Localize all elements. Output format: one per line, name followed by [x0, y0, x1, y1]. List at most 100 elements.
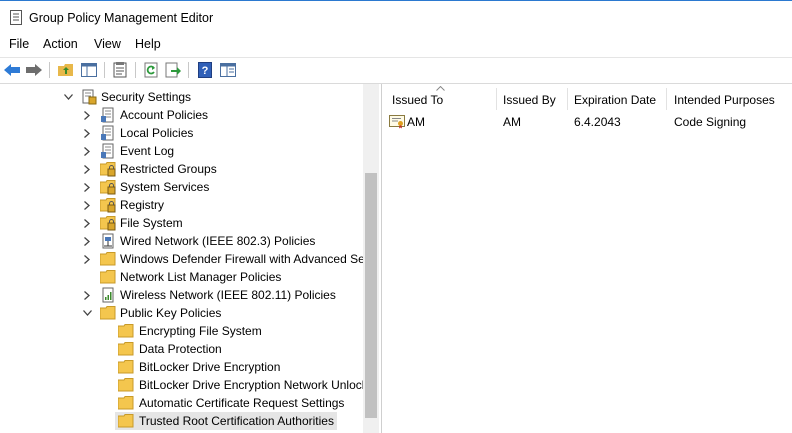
- chevron-right-icon[interactable]: [81, 286, 93, 304]
- folder-icon: [118, 342, 134, 356]
- properties-icon: [113, 62, 127, 78]
- console-tree: Security Settings Account Policies Local…: [0, 84, 363, 433]
- scrollbar-thumb[interactable]: [365, 173, 377, 418]
- refresh-button[interactable]: [141, 60, 161, 80]
- chevron-right-icon[interactable]: [81, 124, 93, 142]
- window-title: Group Policy Management Editor: [29, 11, 214, 25]
- pane-splitter[interactable]: [381, 84, 382, 433]
- back-button[interactable]: [2, 60, 22, 80]
- chevron-right-icon[interactable]: [81, 214, 93, 232]
- column-label: Issued By: [503, 93, 556, 107]
- tree-item-file-system[interactable]: File System: [0, 214, 363, 232]
- column-header-intended-purposes[interactable]: Intended Purposes: [667, 84, 792, 112]
- tree-item-data-protection[interactable]: Data Protection: [0, 340, 363, 358]
- tree-item-security-settings[interactable]: Security Settings: [0, 88, 363, 106]
- column-header-expiration-date[interactable]: Expiration Date: [568, 84, 668, 112]
- tree-item-bitlocker-network-unlock[interactable]: BitLocker Drive Encryption Network Unloc…: [0, 376, 363, 394]
- back-arrow-icon: [4, 64, 20, 76]
- folder-icon: [118, 324, 134, 338]
- properties-button[interactable]: [110, 60, 130, 80]
- tree-item-automatic-cert-request[interactable]: Automatic Certificate Request Settings: [0, 394, 363, 412]
- tree-item-encrypting-file-system[interactable]: Encrypting File System: [0, 322, 363, 340]
- tree-label: Wireless Network (IEEE 802.11) Policies: [120, 288, 336, 302]
- chevron-down-icon[interactable]: [81, 304, 93, 322]
- column-header-issued-to[interactable]: Issued To: [383, 84, 496, 112]
- chevron-right-icon[interactable]: [81, 142, 93, 160]
- policy-editor-app-icon: [10, 10, 22, 25]
- menu-help[interactable]: Help: [135, 37, 161, 51]
- menu-action[interactable]: Action: [43, 37, 78, 51]
- tree-label: BitLocker Drive Encryption: [139, 360, 281, 374]
- tree-label: Local Policies: [120, 126, 194, 140]
- certificate-list: Issued To Issued By Expiration Date Inte…: [383, 84, 792, 433]
- locked-folder-icon: [100, 180, 116, 195]
- menu-bar: File Action View Help: [0, 33, 792, 56]
- console-tree-view-button[interactable]: [218, 60, 238, 80]
- chevron-right-icon[interactable]: [81, 106, 93, 124]
- folder-icon: [100, 270, 116, 284]
- up-one-level-button[interactable]: [56, 60, 76, 80]
- tree-label: BitLocker Drive Encryption Network Unloc…: [139, 378, 363, 392]
- tree-label: Windows Defender Firewall with Advanced …: [120, 252, 363, 266]
- chevron-right-icon[interactable]: [81, 160, 93, 178]
- cell-expiration-date: 6.4.2043: [574, 115, 621, 129]
- tree-label: Wired Network (IEEE 802.3) Policies: [120, 234, 316, 248]
- wired-network-icon: [102, 233, 114, 249]
- export-list-icon: [165, 62, 181, 78]
- chevron-right-icon[interactable]: [81, 232, 93, 250]
- column-header-issued-by[interactable]: Issued By: [497, 84, 568, 112]
- chevron-right-icon[interactable]: [81, 250, 93, 268]
- certificate-icon: [389, 115, 405, 129]
- menu-view[interactable]: View: [94, 37, 121, 51]
- tree-item-network-list-manager[interactable]: Network List Manager Policies: [0, 268, 363, 286]
- toolbar: ?: [0, 57, 792, 84]
- tree-label: Public Key Policies: [120, 306, 222, 320]
- folder-icon: [100, 306, 116, 320]
- tree-item-restricted-groups[interactable]: Restricted Groups: [0, 160, 363, 178]
- tree-item-bitlocker-drive-encryption[interactable]: BitLocker Drive Encryption: [0, 358, 363, 376]
- tree-item-wired-network[interactable]: Wired Network (IEEE 802.3) Policies: [0, 232, 363, 250]
- tree-label: Automatic Certificate Request Settings: [139, 396, 345, 410]
- help-icon: ?: [198, 62, 212, 78]
- tree-item-event-log[interactable]: Event Log: [0, 142, 363, 160]
- folder-icon: [118, 360, 134, 374]
- export-list-button[interactable]: [163, 60, 183, 80]
- forward-arrow-icon: [26, 64, 42, 76]
- tree-label: Security Settings: [101, 90, 192, 104]
- tree-item-trusted-root-ca[interactable]: Trusted Root Certification Authorities: [115, 412, 337, 430]
- tree-item-system-services[interactable]: System Services: [0, 178, 363, 196]
- show-hide-tree-icon: [81, 63, 97, 77]
- folder-icon: [100, 252, 116, 266]
- up-folder-icon: [58, 64, 73, 76]
- tree-item-registry[interactable]: Registry: [0, 196, 363, 214]
- chevron-right-icon[interactable]: [81, 178, 93, 196]
- tree-label: Trusted Root Certification Authorities: [139, 414, 334, 428]
- show-hide-console-tree-button[interactable]: [79, 60, 99, 80]
- column-label: Intended Purposes: [674, 93, 775, 107]
- title-bar: Group Policy Management Editor: [0, 0, 792, 33]
- column-label: Expiration Date: [574, 93, 657, 107]
- wireless-network-icon: [102, 287, 114, 303]
- locked-folder-icon: [100, 198, 116, 213]
- locked-folder-icon: [100, 216, 116, 231]
- folder-icon: [118, 396, 134, 410]
- tree-item-account-policies[interactable]: Account Policies: [0, 106, 363, 124]
- forward-button[interactable]: [24, 60, 44, 80]
- tree-item-public-key-policies[interactable]: Public Key Policies: [0, 304, 363, 322]
- menu-file[interactable]: File: [9, 37, 29, 51]
- tree-item-windows-firewall[interactable]: Windows Defender Firewall with Advanced …: [0, 250, 363, 268]
- tree-label: Event Log: [120, 144, 175, 158]
- tree-label: Registry: [120, 198, 165, 212]
- tree-item-wireless-network[interactable]: Wireless Network (IEEE 802.11) Policies: [0, 286, 363, 304]
- chevron-down-icon[interactable]: [62, 88, 74, 106]
- chevron-right-icon[interactable]: [81, 196, 93, 214]
- cell-issued-by: AM: [503, 115, 521, 129]
- locked-folder-icon: [100, 162, 116, 177]
- tree-label: Restricted Groups: [120, 162, 217, 176]
- help-button[interactable]: ?: [195, 60, 215, 80]
- sort-ascending-icon: [436, 86, 445, 91]
- tree-label: File System: [120, 216, 183, 230]
- tree-label: Encrypting File System: [139, 324, 262, 338]
- tree-vertical-scrollbar[interactable]: [363, 84, 379, 433]
- tree-item-local-policies[interactable]: Local Policies: [0, 124, 363, 142]
